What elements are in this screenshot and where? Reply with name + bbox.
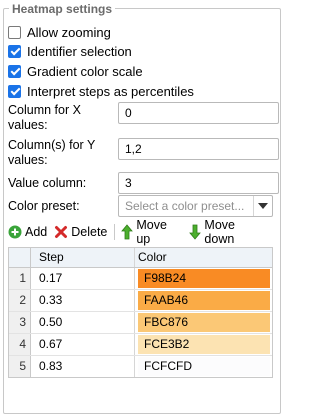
- steps-toolbar: Add Delete Move up Move down: [8, 218, 273, 246]
- row-number: 5: [9, 356, 31, 377]
- color-preset-placeholder: Select a color preset...: [125, 199, 245, 213]
- row-number: 1: [9, 268, 31, 289]
- gradient-color-scale-option[interactable]: Gradient color scale: [8, 62, 143, 80]
- color-swatch: FBC876: [138, 313, 270, 332]
- table-row[interactable]: 5 0.83 FCFCFD: [9, 356, 272, 377]
- color-swatch: F98B24: [138, 269, 270, 288]
- value-column-input[interactable]: 3: [118, 172, 279, 194]
- color-column-header[interactable]: Color: [135, 248, 272, 267]
- color-cell[interactable]: FCE3B2: [135, 334, 272, 355]
- percentile-steps-checkbox[interactable]: [8, 84, 21, 98]
- allow-zooming-checkbox[interactable]: [8, 25, 21, 39]
- color-cell[interactable]: F98B24: [135, 268, 272, 289]
- grid-header: Step Color: [9, 248, 272, 268]
- color-preset-select[interactable]: Select a color preset...: [118, 195, 273, 217]
- row-number: 3: [9, 312, 31, 333]
- row-number: 2: [9, 290, 31, 311]
- add-icon: [8, 225, 22, 239]
- move-down-button[interactable]: Move down: [189, 218, 266, 246]
- move-up-button[interactable]: Move up: [121, 218, 182, 246]
- step-cell[interactable]: 0.67: [31, 334, 135, 355]
- row-number-header: [9, 248, 31, 267]
- table-row[interactable]: 4 0.67 FCE3B2: [9, 334, 272, 356]
- color-cell[interactable]: FBC876: [135, 312, 272, 333]
- arrow-up-icon: [121, 224, 134, 240]
- table-row[interactable]: 3 0.50 FBC876: [9, 312, 272, 334]
- delete-icon: [54, 225, 68, 239]
- y-columns-input[interactable]: 1,2: [118, 138, 279, 160]
- arrow-down-icon: [189, 224, 202, 240]
- color-swatch: FAAB46: [138, 291, 270, 310]
- step-cell[interactable]: 0.50: [31, 312, 135, 333]
- table-row[interactable]: 1 0.17 F98B24: [9, 268, 272, 290]
- color-column-header-label: Color: [138, 250, 167, 264]
- gradient-color-scale-label: Gradient color scale: [27, 63, 143, 79]
- identifier-selection-option[interactable]: Identifier selection: [8, 42, 132, 60]
- identifier-selection-checkbox[interactable]: [8, 44, 21, 58]
- step-cell[interactable]: 0.83: [31, 356, 135, 377]
- value-column-label: Value column:: [8, 176, 87, 190]
- panel-title: Heatmap settings: [9, 1, 116, 17]
- allow-zooming-option[interactable]: Allow zooming: [8, 23, 111, 41]
- percentile-steps-label: Interpret steps as percentiles: [27, 83, 194, 99]
- color-preset-label: Color preset:: [8, 199, 80, 213]
- add-button[interactable]: Add: [8, 225, 47, 239]
- add-label: Add: [25, 225, 48, 239]
- gradient-color-scale-checkbox[interactable]: [8, 64, 21, 78]
- chevron-down-icon[interactable]: [253, 196, 272, 216]
- move-up-label: Move up: [136, 218, 167, 246]
- step-cell[interactable]: 0.17: [31, 268, 135, 289]
- delete-label: Delete: [71, 225, 108, 239]
- color-steps-grid: Step Color 1 0.17 F98B24 2 0.33 FAAB46 3…: [8, 247, 273, 378]
- x-column-label: Column for X values:: [8, 103, 81, 132]
- delete-button[interactable]: Delete: [54, 225, 107, 239]
- y-columns-label: Column(s) for Y values:: [8, 138, 96, 167]
- identifier-selection-label: Identifier selection: [27, 43, 132, 59]
- x-column-input[interactable]: 0: [118, 102, 279, 124]
- row-number: 4: [9, 334, 31, 355]
- color-cell[interactable]: FAAB46: [135, 290, 272, 311]
- move-down-label: Move down: [204, 218, 235, 246]
- percentile-steps-option[interactable]: Interpret steps as percentiles: [8, 82, 194, 100]
- color-swatch: FCE3B2: [138, 335, 270, 354]
- color-cell[interactable]: FCFCFD: [135, 356, 272, 377]
- allow-zooming-label: Allow zooming: [27, 24, 111, 40]
- step-cell[interactable]: 0.33: [31, 290, 135, 311]
- table-row[interactable]: 2 0.33 FAAB46: [9, 290, 272, 312]
- toolbar-divider: [114, 224, 116, 240]
- step-column-header[interactable]: Step: [31, 248, 135, 267]
- color-swatch: FCFCFD: [138, 357, 270, 376]
